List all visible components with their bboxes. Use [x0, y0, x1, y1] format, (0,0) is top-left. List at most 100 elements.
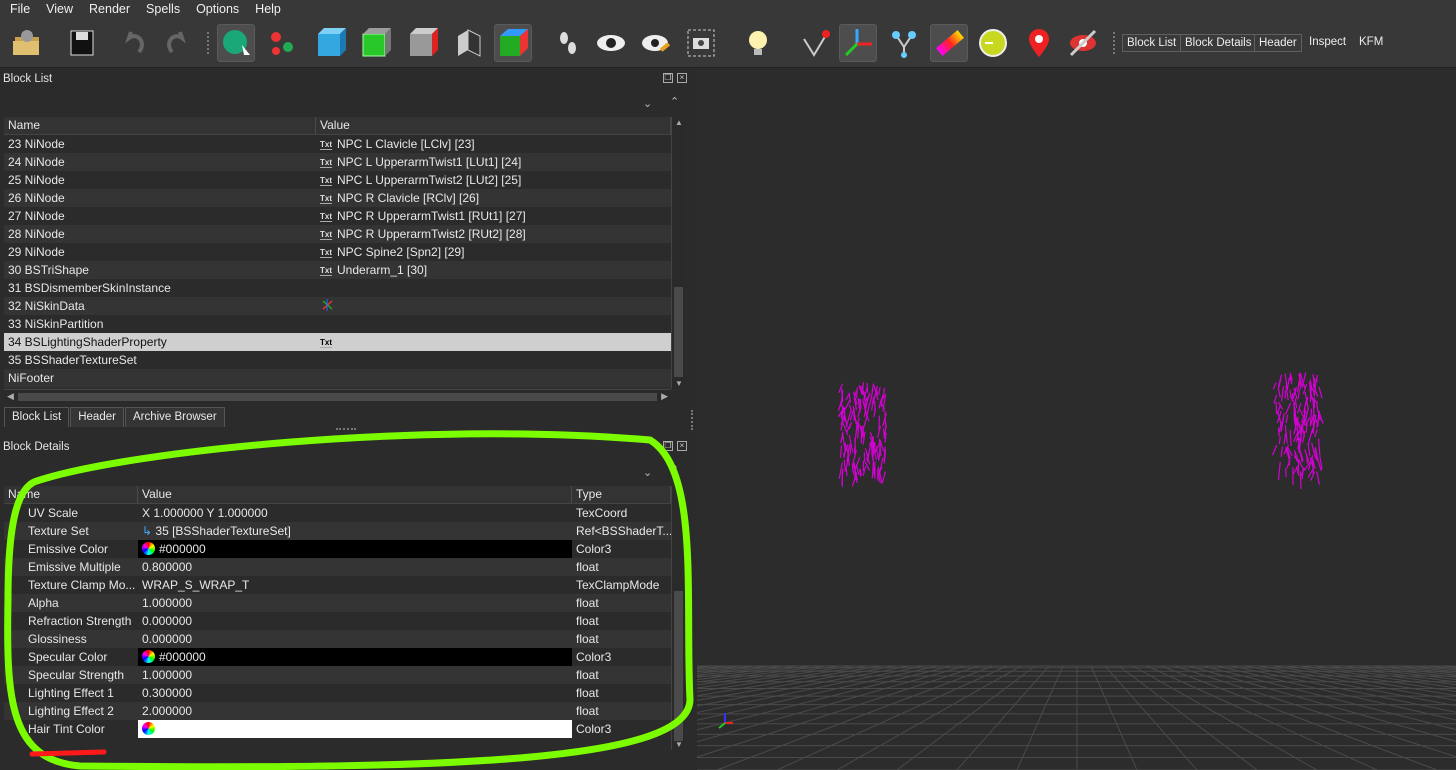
- block-list-row[interactable]: 24 NiNode Txt NPC L UpperarmTwist1 [LUt1] …: [4, 153, 671, 171]
- tab-archive-browser[interactable]: Archive Browser: [124, 407, 225, 427]
- field-value[interactable]: 0.000000: [138, 630, 572, 648]
- tab-header[interactable]: Header: [70, 407, 124, 427]
- menu-options[interactable]: Options: [186, 2, 245, 16]
- kfm-toggle-button[interactable]: KFM: [1355, 34, 1387, 52]
- clock-gauge-icon[interactable]: [974, 24, 1012, 62]
- column-header-value[interactable]: Value: [316, 117, 671, 134]
- menu-view[interactable]: View: [36, 2, 79, 16]
- screenshot-camera-icon[interactable]: [682, 24, 720, 62]
- float-panel-icon[interactable]: ❐: [663, 73, 673, 83]
- toolbar-grip[interactable]: [1113, 32, 1117, 54]
- close-panel-icon[interactable]: ×: [677, 441, 687, 451]
- block-list-row[interactable]: 26 NiNode Txt NPC R Clavicle [RClv] [26]: [4, 189, 671, 207]
- expand-all-icon[interactable]: ⌃: [670, 463, 679, 476]
- field-value[interactable]: 1.000000: [138, 594, 572, 612]
- color-picker-icon[interactable]: [142, 650, 155, 663]
- block-list-row[interactable]: 29 NiNode Txt NPC Spine2 [Spn2] [29]: [4, 243, 671, 261]
- cube-color-icon[interactable]: [494, 24, 532, 62]
- eye-icon[interactable]: [592, 24, 630, 62]
- field-value[interactable]: 1.000000: [138, 666, 572, 684]
- 3d-viewport[interactable]: [697, 68, 1456, 770]
- field-value[interactable]: [138, 720, 572, 738]
- eye-edit-icon[interactable]: [637, 24, 675, 62]
- block-list-row[interactable]: 33 NiSkinPartition: [4, 315, 671, 333]
- footprints-icon[interactable]: [549, 24, 587, 62]
- field-value[interactable]: ↳ 35 [BSShaderTextureSet]: [138, 522, 572, 540]
- wireframe-icon[interactable]: [450, 24, 488, 62]
- cube-green-icon[interactable]: [357, 24, 395, 62]
- detail-row[interactable]: Emissive Multiple 0.800000 float: [4, 558, 671, 576]
- block-list-row[interactable]: 27 NiNode Txt NPC R UpperarmTwist1 [RUt1] …: [4, 207, 671, 225]
- float-panel-icon[interactable]: ❐: [663, 441, 673, 451]
- save-icon[interactable]: [62, 24, 100, 62]
- cube-red-icon[interactable]: [404, 24, 442, 62]
- tab-block-list[interactable]: Block List: [4, 407, 70, 427]
- skeleton-nodes-icon[interactable]: [885, 24, 923, 62]
- lightbulb-icon[interactable]: [739, 24, 777, 62]
- expand-all-icon[interactable]: ⌃: [670, 95, 679, 108]
- menu-render[interactable]: Render: [79, 2, 136, 16]
- collapse-all-icon[interactable]: ⌄: [643, 466, 652, 479]
- color-picker-icon[interactable]: [142, 722, 155, 735]
- menu-spells[interactable]: Spells: [136, 2, 186, 16]
- hide-eye-icon[interactable]: [1064, 24, 1102, 62]
- block-list-row[interactable]: 25 NiNode Txt NPC L UpperarmTwist2 [LUt2] …: [4, 171, 671, 189]
- detail-row[interactable]: Glossiness 0.000000 float: [4, 630, 671, 648]
- heatmap-bar-icon[interactable]: [930, 24, 968, 62]
- vertex-pin-icon[interactable]: [797, 24, 835, 62]
- block-list-row[interactable]: 28 NiNode Txt NPC R UpperarmTwist2 [RUt2] …: [4, 225, 671, 243]
- field-value[interactable]: 0.800000: [138, 558, 572, 576]
- block-list-horizontal-scrollbar[interactable]: ◀ ▶: [4, 389, 671, 403]
- column-header-type[interactable]: Type: [572, 486, 671, 503]
- detail-row[interactable]: Refraction Strength 0.000000 float: [4, 612, 671, 630]
- menu-file[interactable]: File: [0, 2, 36, 16]
- field-value[interactable]: WRAP_S_WRAP_T: [138, 576, 572, 594]
- detail-row[interactable]: Specular Strength 1.000000 float: [4, 666, 671, 684]
- column-header-name[interactable]: Name: [4, 117, 316, 134]
- field-value[interactable]: 2.000000: [138, 702, 572, 720]
- menu-help[interactable]: Help: [245, 2, 287, 16]
- color-picker-icon[interactable]: [142, 542, 155, 555]
- splitter-handle[interactable]: [336, 428, 356, 430]
- detail-row[interactable]: Hair Tint Color Color3: [4, 720, 671, 738]
- field-value[interactable]: #000000: [138, 540, 572, 558]
- block-list-vertical-scrollbar[interactable]: ▲ ▼: [671, 117, 685, 389]
- block-details-toggle-button[interactable]: Block Details: [1180, 34, 1257, 52]
- block-list-toggle-button[interactable]: Block List: [1122, 34, 1182, 52]
- detail-row[interactable]: Lighting Effect 1 0.300000 float: [4, 684, 671, 702]
- map-pin-icon[interactable]: [1020, 24, 1058, 62]
- axes-icon[interactable]: [839, 24, 877, 62]
- block-list-row[interactable]: 31 BSDismemberSkinInstance: [4, 279, 671, 297]
- vertical-splitter-handle[interactable]: [691, 410, 694, 430]
- detail-row[interactable]: Specular Color #000000 Color3: [4, 648, 671, 666]
- collapse-all-icon[interactable]: ⌄: [643, 97, 652, 110]
- block-list-row[interactable]: 23 NiNode Txt NPC L Clavicle [LClv] [23]: [4, 135, 671, 153]
- block-list-row[interactable]: 34 BSLightingShaderProperty Txt: [4, 333, 671, 351]
- header-toggle-button[interactable]: Header: [1254, 34, 1302, 52]
- block-list-row[interactable]: 35 BSShaderTextureSet: [4, 351, 671, 369]
- block-list-row[interactable]: NiFooter: [4, 369, 671, 387]
- redo-icon[interactable]: [158, 24, 196, 62]
- undo-icon[interactable]: [115, 24, 153, 62]
- detail-row[interactable]: Emissive Color #000000 Color3: [4, 540, 671, 558]
- reference-link-icon[interactable]: ↳: [142, 524, 155, 538]
- detail-row[interactable]: Texture Clamp Mo... WRAP_S_WRAP_T TexClamp…: [4, 576, 671, 594]
- block-list-row[interactable]: 32 NiSkinData: [4, 297, 671, 315]
- column-header-value[interactable]: Value: [138, 486, 572, 503]
- column-header-name[interactable]: Name: [4, 486, 138, 503]
- close-panel-icon[interactable]: ×: [677, 73, 687, 83]
- field-value[interactable]: X 1.000000 Y 1.000000: [138, 504, 572, 522]
- select-vertex-icon[interactable]: [263, 24, 301, 62]
- select-object-icon[interactable]: [217, 24, 255, 62]
- detail-row[interactable]: UV Scale X 1.000000 Y 1.000000 TexCoord: [4, 504, 671, 522]
- detail-row[interactable]: Lighting Effect 2 2.000000 float: [4, 702, 671, 720]
- field-value[interactable]: 0.300000: [138, 684, 572, 702]
- inspect-toggle-button[interactable]: Inspect: [1305, 34, 1350, 52]
- block-details-vertical-scrollbar[interactable]: ▼: [671, 486, 685, 750]
- detail-row[interactable]: Alpha 1.000000 float: [4, 594, 671, 612]
- field-value[interactable]: 0.000000: [138, 612, 572, 630]
- toolbar-grip[interactable]: [207, 32, 211, 54]
- block-list-row[interactable]: 30 BSTriShape Txt Underarm_1 [30]: [4, 261, 671, 279]
- cube-shaded-icon[interactable]: [312, 24, 350, 62]
- open-file-icon[interactable]: [8, 24, 46, 62]
